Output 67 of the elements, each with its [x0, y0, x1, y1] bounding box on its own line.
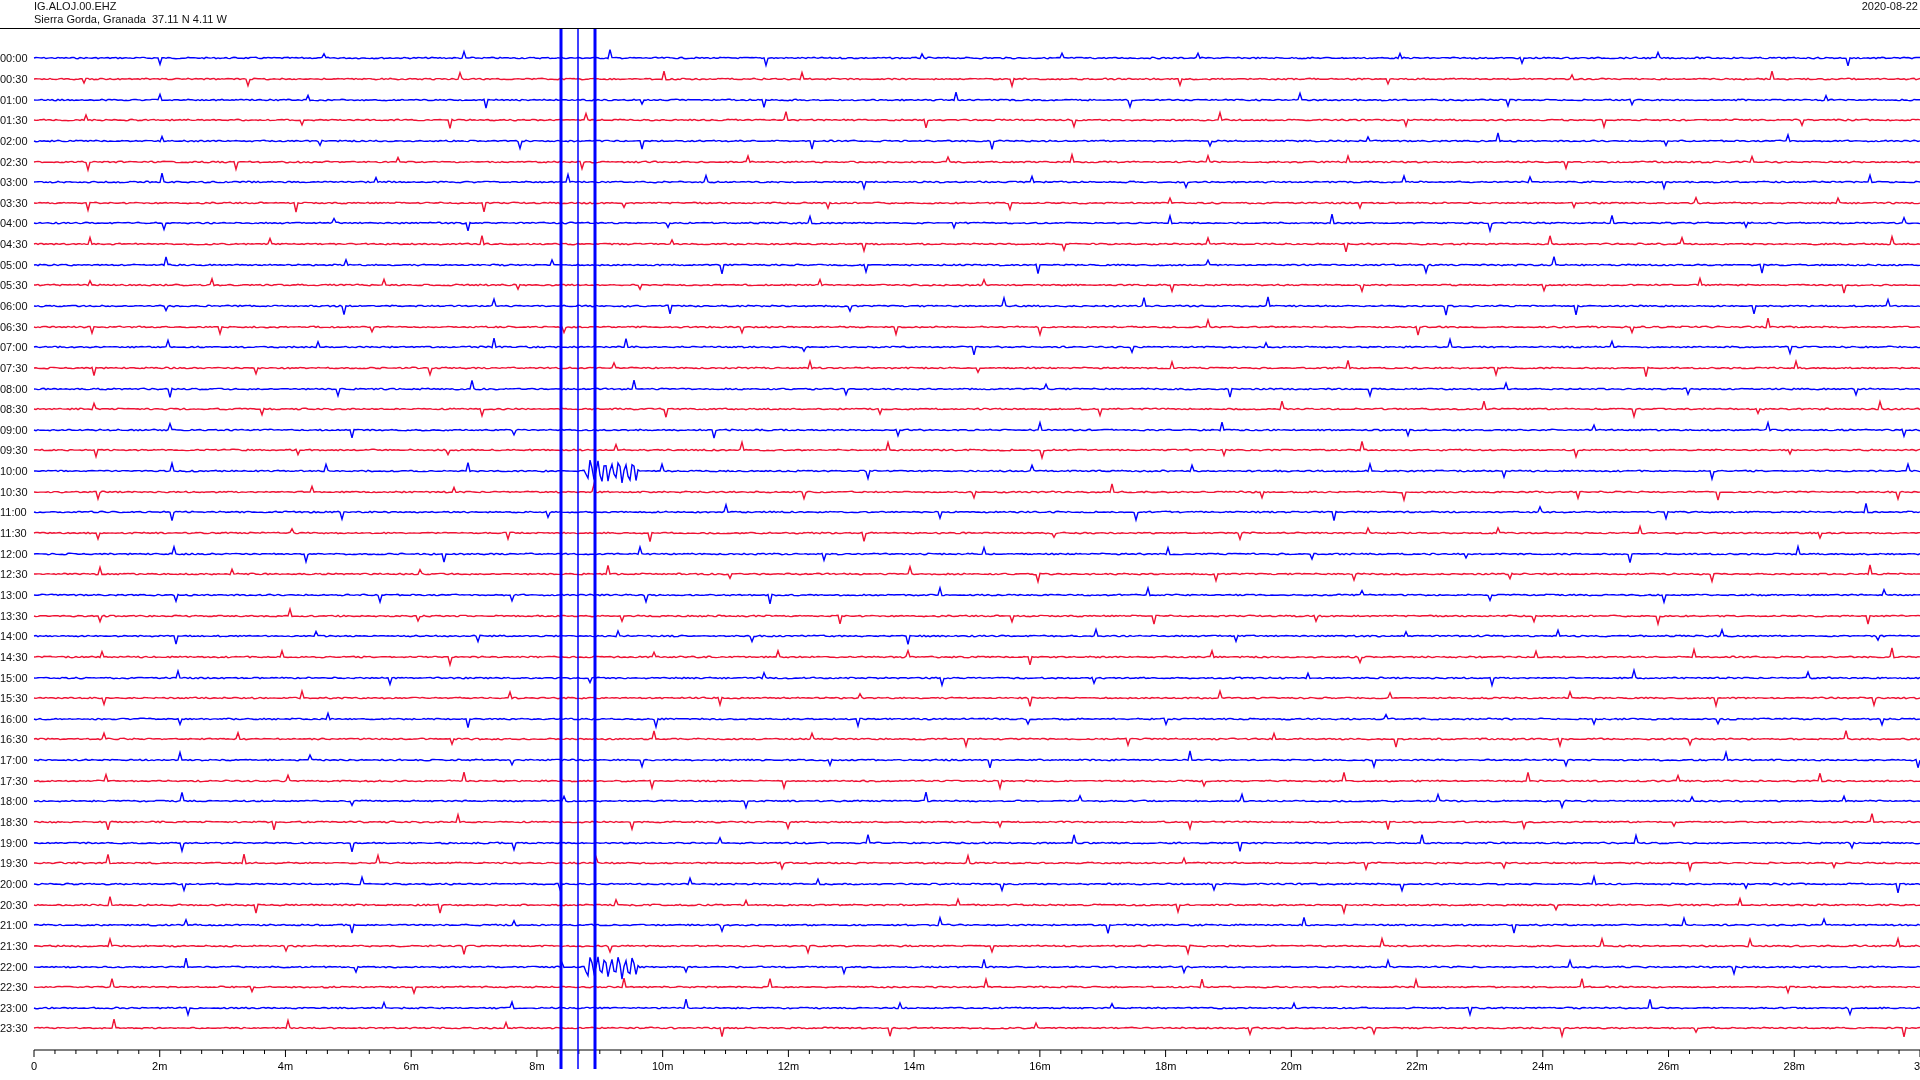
row-time-label: 10:00	[0, 465, 29, 478]
row-time-label: 19:30	[0, 857, 29, 870]
row-time-label: 23:00	[0, 1001, 29, 1014]
row-time-label: 12:30	[0, 568, 29, 581]
row-time-label: 07:00	[0, 341, 29, 354]
row-time-label: 21:30	[0, 939, 29, 952]
row-time-label: 23:30	[0, 1022, 29, 1035]
row-time-label: 03:30	[0, 196, 29, 209]
row-time-label: 18:00	[0, 795, 29, 808]
row-time-label: 16:00	[0, 712, 29, 725]
row-time-label: 06:00	[0, 300, 29, 312]
row-time-label: 11:00	[0, 506, 28, 519]
row-time-label: 16:30	[0, 733, 29, 746]
axis-label: 3	[1913, 1059, 1920, 1072]
row-time-label: 04:00	[0, 217, 29, 230]
axis-label: 0	[30, 1059, 38, 1072]
row-time-label: 11:30	[0, 527, 28, 540]
row-time-label: 19:00	[0, 836, 29, 849]
row-time-label: 22:30	[0, 981, 29, 994]
row-time-label: 17:30	[0, 774, 29, 787]
row-time-label: 13:00	[0, 588, 29, 601]
axis-label: 14m	[903, 1059, 925, 1072]
row-time-label: 14:30	[0, 650, 29, 663]
row-time-label: 15:00	[0, 671, 29, 684]
row-time-label: 18:30	[0, 816, 29, 828]
row-time-label: 05:30	[0, 279, 29, 292]
row-time-label: 21:00	[0, 919, 29, 932]
row-time-label: 10:30	[0, 485, 29, 498]
row-time-label: 12:00	[0, 547, 29, 560]
axis-label: 6m	[403, 1059, 419, 1072]
axis-label: 22m	[1406, 1059, 1428, 1072]
axis-label: 10m	[651, 1059, 674, 1072]
axis-label: 2m	[152, 1059, 168, 1072]
row-time-label: 02:00	[0, 134, 29, 147]
row-time-label: 05:00	[0, 258, 29, 271]
axis-label: 28m	[1783, 1059, 1805, 1072]
row-time-label: 07:30	[0, 361, 29, 374]
axis-label: 12m	[777, 1059, 800, 1072]
station-location: Sierra Gorda, Granada 37.11 N 4.11 W	[34, 13, 227, 26]
axis-label: 8m	[529, 1059, 545, 1072]
axis-label: 20m	[1280, 1059, 1303, 1072]
row-time-label: 03:00	[0, 176, 29, 189]
row-time-label: 01:00	[0, 93, 29, 106]
row-time-label: 20:30	[0, 898, 29, 911]
row-time-label: 06:30	[0, 320, 29, 333]
date-label: 2020-08-22	[1861, 0, 1918, 13]
axis-label: 26m	[1657, 1059, 1680, 1072]
row-time-label: 00:30	[0, 72, 29, 85]
row-time-label: 08:00	[0, 382, 29, 395]
row-time-label: 04:30	[0, 238, 29, 251]
row-time-label: 20:00	[0, 877, 29, 890]
axis-label: 24m	[1532, 1059, 1554, 1072]
row-time-label: 13:30	[0, 609, 29, 622]
row-time-label: 02:30	[0, 155, 29, 168]
row-time-label: 14:00	[0, 630, 29, 643]
row-time-label: 01:30	[0, 114, 29, 127]
row-time-label: 15:30	[0, 692, 29, 705]
row-time-label: 09:00	[0, 423, 29, 436]
axis-label: 18m	[1154, 1059, 1177, 1072]
row-time-label: 09:30	[0, 444, 29, 457]
row-time-label: 08:30	[0, 403, 29, 416]
row-time-label: 00:00	[0, 52, 29, 65]
axis-label: 16m	[1029, 1059, 1051, 1072]
row-time-label: 17:00	[0, 754, 29, 767]
axis-label: 4m	[277, 1059, 294, 1072]
row-time-label: 22:00	[0, 960, 29, 973]
station-code: IG.ALOJ.00.EHZ	[34, 0, 118, 13]
